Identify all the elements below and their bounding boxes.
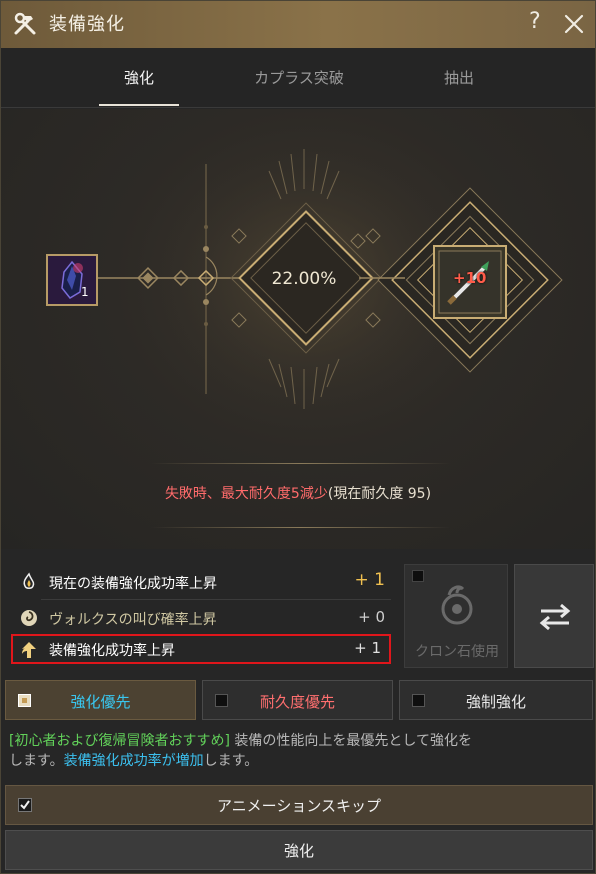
hammer-wrench-icon [14, 12, 36, 35]
stat-label: 装備強化成功率上昇 [49, 643, 175, 659]
enhance-button-label: 強化 [283, 842, 314, 860]
equipment-enhance-level: +10 [453, 269, 487, 287]
close-icon[interactable] [561, 11, 587, 37]
success-rate: 22.00% [271, 269, 337, 289]
help-button[interactable]: ? [529, 9, 541, 34]
swirl-icon [21, 610, 37, 626]
enhance-visual: 1 22.00% +10 失敗時、最大耐久度5減少(現在耐久度 95) [1, 109, 595, 549]
success-rate-stats: 現在の装備強化成功率上昇 + 1 ヴォルクスの叫び確率上昇 + 0 装備強化成功… [1, 556, 401, 668]
divider [41, 599, 391, 600]
title-bar: 装備強化 ? [1, 1, 595, 48]
priority-enhance-label: 強化優先 [70, 693, 131, 711]
divider [151, 527, 451, 528]
stat-row-volks-cry: ヴォルクスの叫び確率上昇 + 0 [13, 604, 393, 632]
material-slot[interactable] [46, 254, 98, 306]
swap-arrows-icon [539, 603, 571, 631]
enhance-button[interactable]: 強化 [5, 830, 593, 870]
forced-enhance-option[interactable]: 強制強化 [399, 680, 593, 720]
material-count: 1 [81, 285, 89, 299]
stat-value: + 1 [354, 639, 381, 657]
priority-description: [初心者および復帰冒険者おすすめ] 装備の性能向上を最優先として強化を します。… [9, 731, 589, 771]
description-text: します。 [203, 753, 259, 769]
description-text: 装備の性能向上を最優先として強化を [229, 733, 472, 749]
recommend-tag: [初心者および復帰冒険者おすすめ] [9, 733, 230, 749]
description-text: します。 [9, 753, 64, 769]
description-highlight: 装備強化成功率が増加 [63, 753, 204, 769]
active-tab-indicator [99, 104, 179, 106]
tab-bar: 強化 カプラス突破 抽出 [1, 48, 595, 108]
failure-penalty: 失敗時、最大耐久度5減少 [164, 486, 328, 502]
priority-enhance-option[interactable]: 強化優先 [5, 680, 196, 720]
arrow-up-icon [22, 642, 36, 658]
animation-skip-label: アニメーションスキップ [216, 797, 382, 815]
stat-row-current-rate: 現在の装備強化成功率上昇 + 1 [13, 568, 393, 596]
cron-stone-checkbox[interactable] [412, 570, 424, 582]
cron-stone-toggle[interactable]: クロン石使用 [404, 564, 508, 668]
black-stone-icon [48, 256, 96, 304]
cron-stone-icon [441, 585, 473, 625]
window-title: 装備強化 [49, 14, 125, 35]
stat-value: + 0 [358, 608, 385, 626]
tab-enhance[interactable]: 強化 [99, 67, 179, 88]
tab-caphras-breakthrough[interactable]: カプラス突破 [229, 67, 369, 88]
forced-enhance-label: 強制強化 [465, 693, 526, 711]
cron-stone-label: クロン石使用 [415, 644, 499, 660]
flame-icon [23, 572, 35, 589]
animation-skip-button[interactable]: アニメーションスキップ [5, 785, 593, 825]
stat-row-enhance-rate: 装備強化成功率上昇 + 1 [11, 634, 391, 664]
priority-durability-label: 耐久度優先 [259, 693, 335, 711]
stat-label: ヴォルクスの叫び確率上昇 [49, 612, 217, 628]
current-durability: (現在耐久度 95) [327, 486, 432, 502]
priority-durability-option[interactable]: 耐久度優先 [202, 680, 393, 720]
divider [151, 463, 451, 464]
failure-notice: 失敗時、最大耐久度5減少(現在耐久度 95) [1, 483, 595, 503]
swap-button[interactable] [514, 564, 594, 668]
tab-extract[interactable]: 抽出 [419, 67, 499, 88]
stat-value: + 1 [354, 570, 385, 590]
stat-label: 現在の装備強化成功率上昇 [49, 576, 217, 592]
enhance-window: 装備強化 ? 強化 カプラス突破 抽出 1 22.00% +10 失敗時、最大耐… [0, 0, 596, 874]
